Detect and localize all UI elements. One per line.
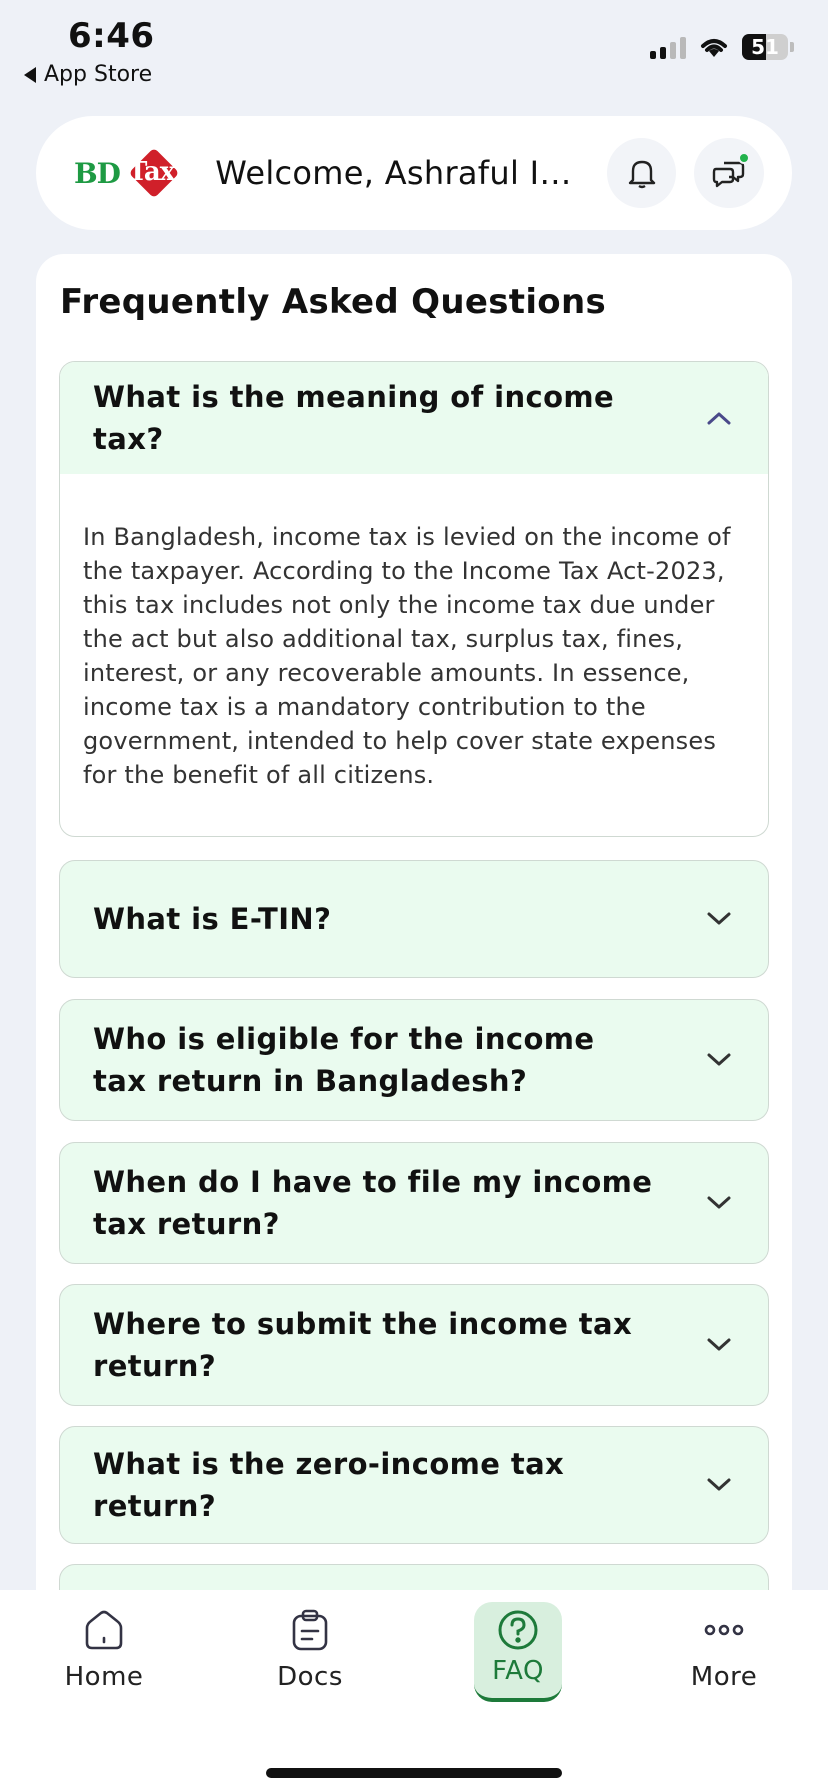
faq-question-header[interactable]: What is the zero-income tax return? xyxy=(60,1427,768,1543)
battery-icon: 51 xyxy=(742,34,788,60)
faq-item[interactable]: What is E-TIN? xyxy=(59,860,769,978)
app-header: BD Tax Welcome, Ashraful Isl... xyxy=(36,116,792,230)
nav-docs[interactable]: Docs xyxy=(255,1608,365,1708)
faq-question: What is the zero-income tax return? xyxy=(93,1447,565,1523)
cellular-signal-icon xyxy=(650,35,686,59)
faq-item[interactable]: Who is eligible for the income tax retur… xyxy=(59,999,769,1121)
faq-answer: In Bangladesh, income tax is levied on t… xyxy=(83,523,731,789)
docs-icon xyxy=(292,1609,328,1651)
chevron-up-icon xyxy=(707,412,731,425)
faq-question-header[interactable]: Who is eligible for the income tax retur… xyxy=(60,1000,768,1120)
nav-docs-label: Docs xyxy=(277,1662,343,1692)
nav-more-label: More xyxy=(690,1662,758,1692)
faq-question: Who is eligible for the income tax retur… xyxy=(93,1022,595,1098)
chevron-down-icon xyxy=(707,1338,731,1351)
nav-home-label: Home xyxy=(64,1662,144,1692)
faq-question: Where to submit the income tax return? xyxy=(93,1307,633,1383)
faq-question-header[interactable]: Where to submit the income tax return? xyxy=(60,1285,768,1405)
faq-item[interactable]: When do I have to file my income tax ret… xyxy=(59,1142,769,1264)
faq-question-header[interactable]: What is the meaning of income tax? xyxy=(60,362,768,474)
faq-item: What is the meaning of income tax? In Ba… xyxy=(59,361,769,837)
faq-question: What is E-TIN? xyxy=(93,902,332,936)
faq-question: When do I have to file my income tax ret… xyxy=(93,1165,653,1241)
status-time: 6:46 xyxy=(68,16,155,56)
bell-icon xyxy=(628,160,655,189)
chevron-down-icon xyxy=(707,1478,731,1491)
wifi-icon xyxy=(701,39,727,57)
faq-question: What is the meaning of income tax? xyxy=(93,380,615,456)
chevron-down-icon xyxy=(707,912,731,925)
faq-panel: Frequently Asked Questions What is the m… xyxy=(36,254,792,1694)
chevron-down-icon xyxy=(707,1196,731,1209)
faq-item[interactable]: Where to submit the income tax return? xyxy=(59,1284,769,1406)
faq-question-header[interactable]: What is E-TIN? xyxy=(60,861,768,977)
chat-button[interactable] xyxy=(694,138,764,208)
back-to-app-store[interactable]: App Store xyxy=(24,62,152,87)
nav-faq-label: FAQ xyxy=(492,1656,544,1686)
unread-indicator xyxy=(738,152,750,164)
more-dots-icon xyxy=(704,1624,744,1636)
chevron-down-icon xyxy=(707,1053,731,1066)
nav-home[interactable]: Home xyxy=(49,1608,159,1708)
help-circle-icon xyxy=(498,1610,538,1650)
bdtax-logo: BD Tax xyxy=(74,141,185,205)
notifications-button[interactable] xyxy=(606,138,677,208)
status-indicators: 51 xyxy=(650,34,794,60)
back-app-label: App Store xyxy=(44,62,153,87)
home-indicator[interactable] xyxy=(266,1768,562,1778)
faq-question-header[interactable]: When do I have to file my income tax ret… xyxy=(60,1143,768,1263)
status-bar: 6:46 App Store 51 xyxy=(0,0,828,96)
faq-item[interactable]: What is the zero-income tax return? xyxy=(59,1426,769,1544)
back-arrow-icon xyxy=(24,66,36,83)
home-icon xyxy=(85,1610,123,1650)
nav-more[interactable]: More xyxy=(669,1608,779,1708)
page-title: Frequently Asked Questions xyxy=(60,282,606,322)
nav-faq[interactable]: FAQ xyxy=(474,1602,562,1702)
welcome-text: Welcome, Ashraful Isl... xyxy=(215,154,583,192)
battery-level: 51 xyxy=(751,35,779,59)
bottom-nav: Home Docs FAQ More xyxy=(0,1590,828,1792)
